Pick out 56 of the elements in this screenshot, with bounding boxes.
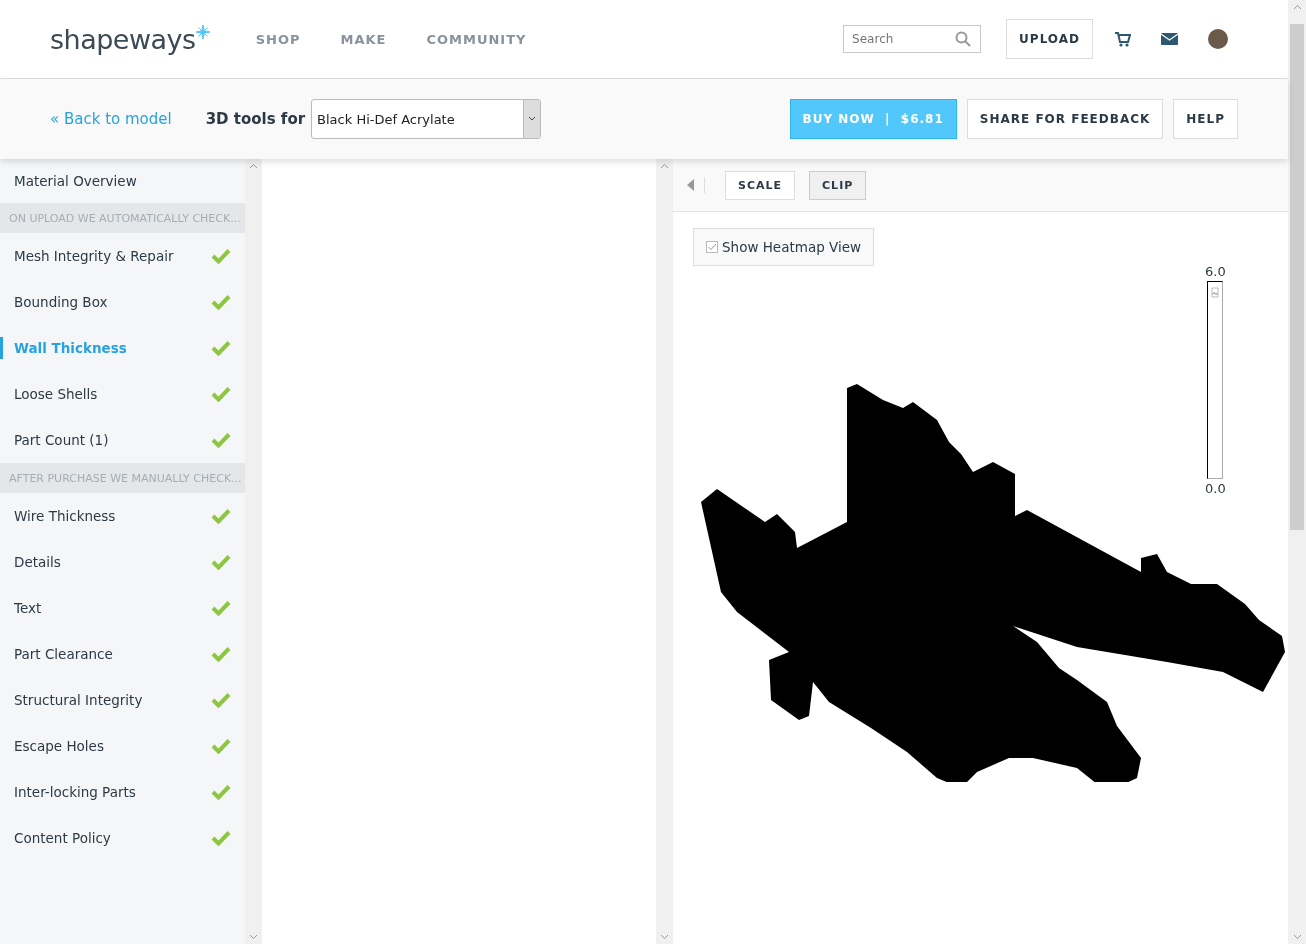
section-heading: AFTER PURCHASE WE MANUALLY CHECK... (0, 463, 245, 493)
sidebar-item[interactable]: Bounding Box (0, 279, 245, 325)
upload-button[interactable]: UPLOAD (1006, 19, 1093, 59)
sidebar-item[interactable]: Structural Integrity (0, 677, 245, 723)
section-heading: ON UPLOAD WE AUTOMATICALLY CHECK... (0, 203, 245, 233)
scroll-down-icon[interactable] (249, 934, 258, 940)
search-icon (955, 31, 972, 47)
viewer-tool-button[interactable]: SCALE (725, 170, 796, 200)
checkmark-icon (211, 738, 231, 754)
heatmap-toggle[interactable]: Show Heatmap View (693, 228, 875, 266)
avatar[interactable] (1208, 29, 1228, 49)
checkmark-icon (211, 646, 231, 662)
material-dropdown[interactable]: Black Hi-Def Acrylate (311, 99, 542, 139)
legend-max-label: 6.0 (1205, 264, 1226, 279)
sidebar-item[interactable]: Material Overview (0, 159, 245, 203)
checkmark-icon (211, 830, 231, 846)
scroll-up-icon[interactable] (660, 163, 669, 169)
scroll-down-icon[interactable] (660, 934, 669, 940)
sidebar-item[interactable]: Part Count (1) (0, 417, 245, 463)
checkmark-icon (211, 294, 231, 310)
scroll-down-icon[interactable] (1292, 934, 1302, 940)
checkmark-icon (211, 508, 231, 524)
checkmark-icon (211, 386, 231, 402)
scroll-up-icon[interactable] (1292, 4, 1302, 10)
collapse-arrow-icon[interactable] (687, 179, 694, 191)
mail-icon[interactable] (1161, 33, 1178, 45)
sidebar-item[interactable]: Wire Thickness (0, 493, 245, 539)
viewer-tool-button[interactable]: CLIP (809, 170, 867, 200)
logo[interactable]: shapeways (50, 23, 210, 55)
checkmark-icon (211, 432, 231, 448)
sidebar-item[interactable]: Content Policy (0, 815, 245, 861)
help-button[interactable]: HELP (1173, 99, 1238, 139)
scrollbar[interactable] (656, 159, 673, 944)
scrollbar[interactable] (245, 159, 262, 944)
legend-min-label: 0.0 (1205, 481, 1226, 496)
sidebar-item[interactable]: Text (0, 585, 245, 631)
sidebar-item[interactable]: Escape Holes (0, 723, 245, 769)
checkmark-icon (211, 248, 231, 264)
scroll-up-icon[interactable] (249, 163, 258, 169)
checkmark-icon (211, 340, 231, 356)
checkmark-icon (211, 554, 231, 570)
search-field[interactable]: Search (843, 25, 982, 53)
checkmark-icon (211, 600, 231, 616)
sidebar-item[interactable]: Loose Shells (0, 371, 245, 417)
sidebar-item[interactable]: Details (0, 539, 245, 585)
broken-image-icon (1211, 287, 1220, 298)
share-button[interactable]: SHARE FOR FEEDBACK (966, 99, 1164, 139)
sidebar-item[interactable]: Part Clearance (0, 631, 245, 677)
checkmark-icon (211, 692, 231, 708)
cart-icon[interactable] (1115, 31, 1131, 47)
checkbox[interactable] (706, 241, 718, 253)
sidebar-item[interactable]: Mesh Integrity & Repair (0, 233, 245, 279)
sidebar-item[interactable]: Inter-locking Parts (0, 769, 245, 815)
tools-label: 3D tools for (205, 110, 306, 128)
page-scrollbar[interactable] (1288, 0, 1306, 944)
checkmark-icon (211, 784, 231, 800)
